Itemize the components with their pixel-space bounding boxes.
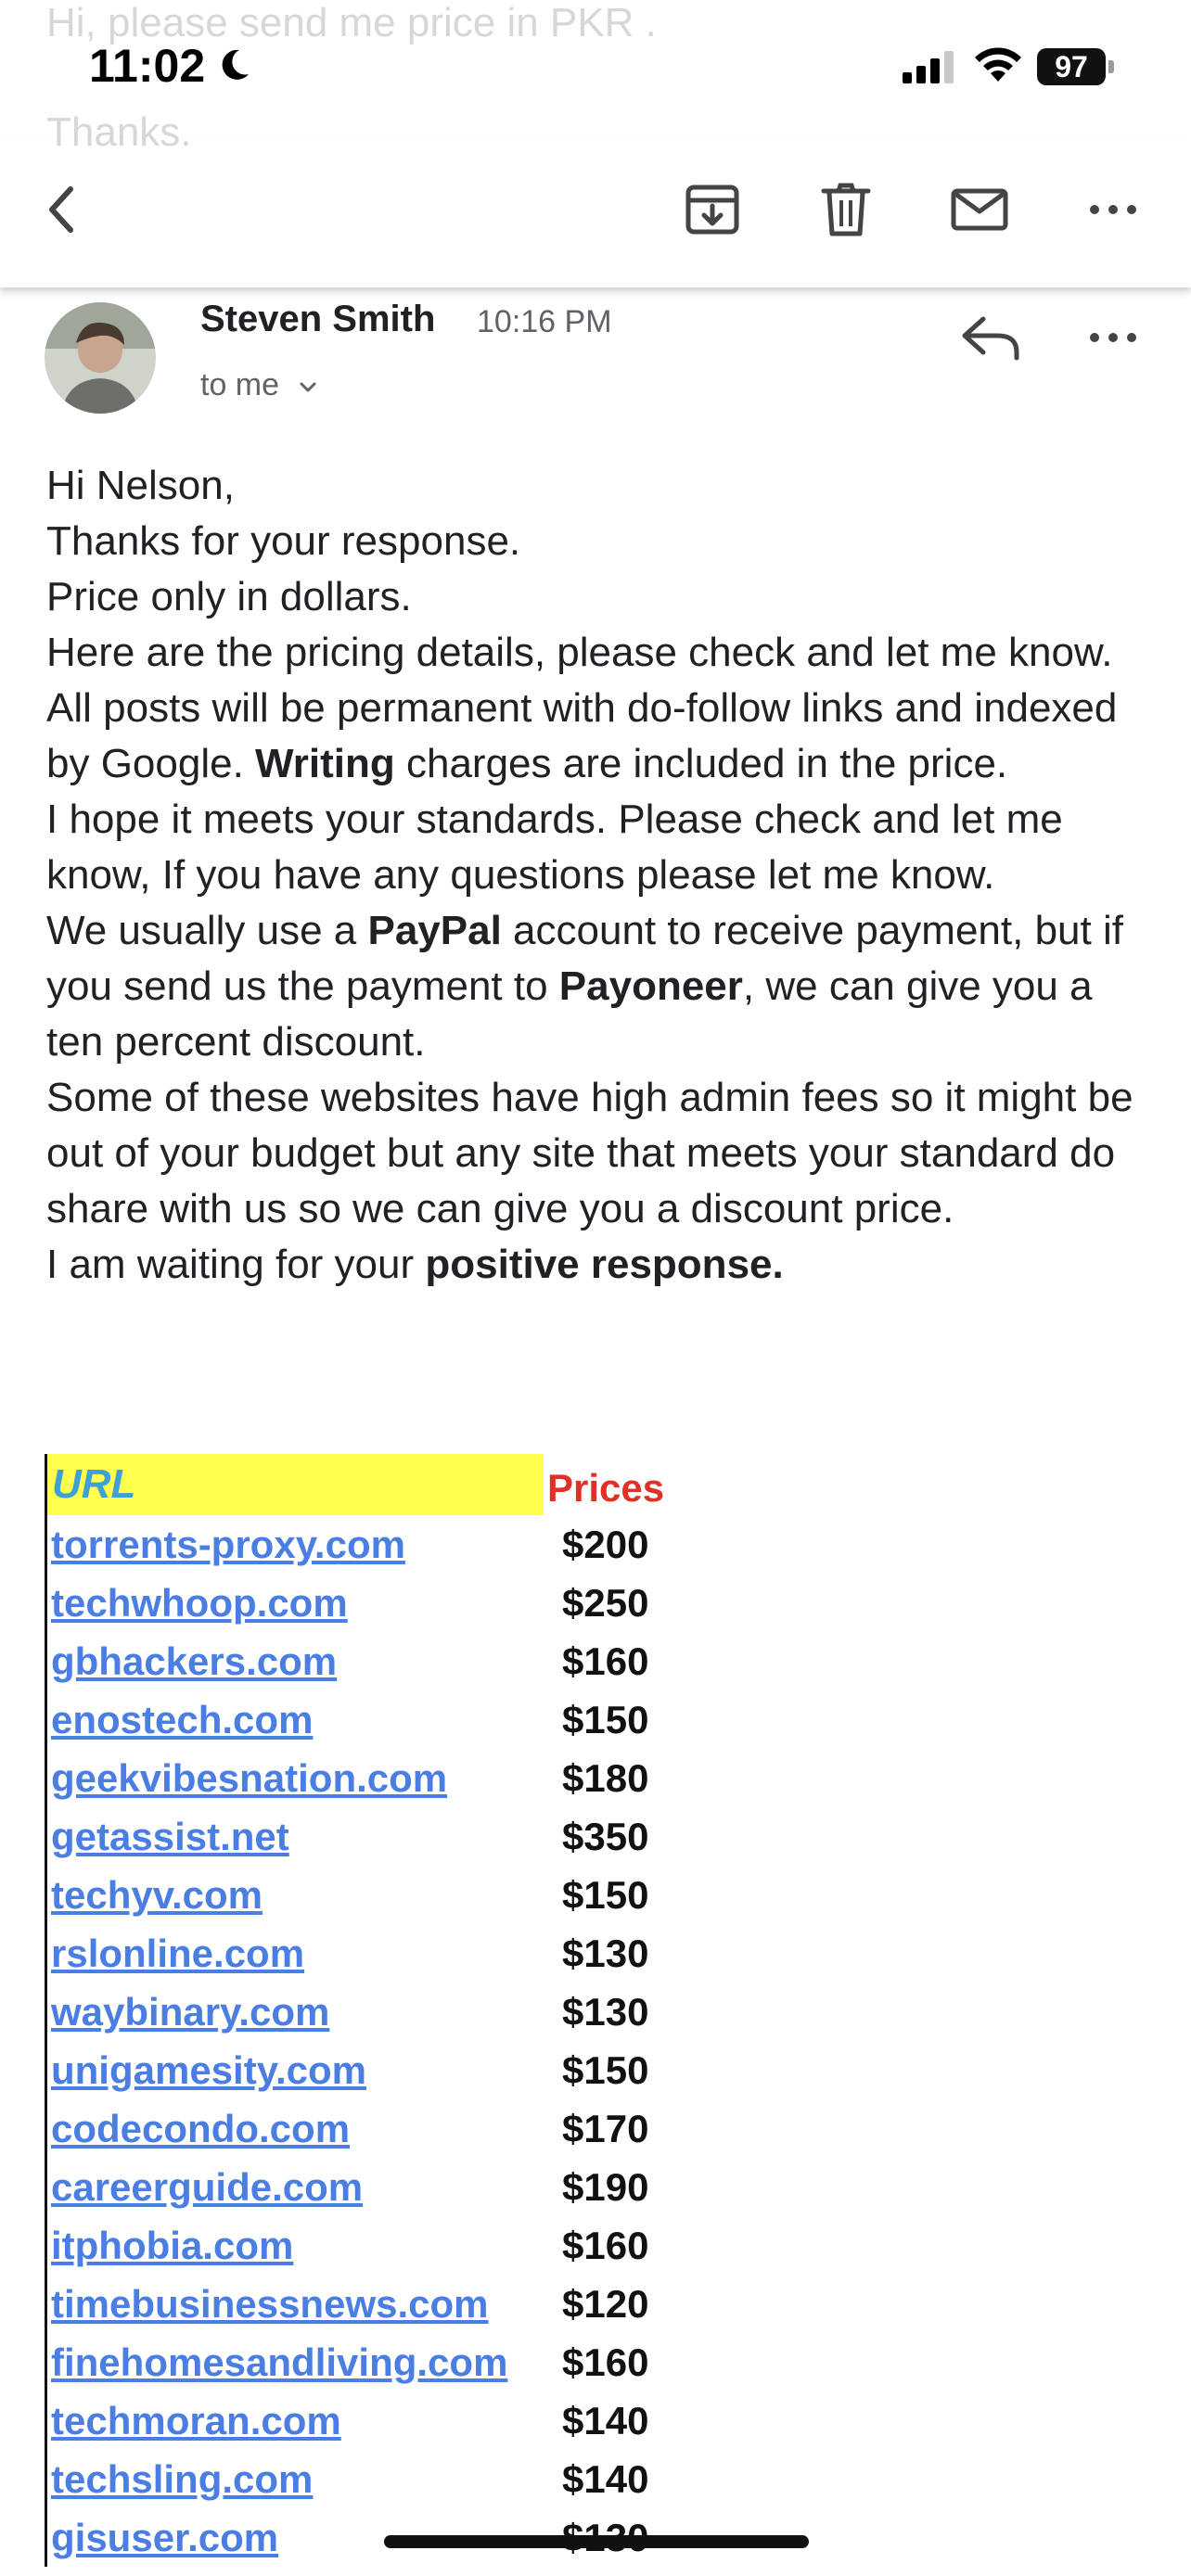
site-link[interactable]: codecondo.com (51, 2099, 350, 2158)
site-link[interactable]: gbhackers.com (51, 1632, 337, 1690)
chevron-down-icon (300, 382, 315, 392)
body-line: Hi Nelson, (46, 463, 235, 508)
body-paragraph: I hope it meets your standards. Please c… (46, 797, 1063, 898)
site-price: $150 (562, 2048, 649, 2092)
price-table: URL Prices torrents-proxy.com $200 techwho… (45, 1454, 734, 2567)
body-paragraph: Some of these websites have high admin f… (46, 1075, 1133, 1231)
battery-level: 97 (1037, 48, 1106, 85)
table-row: enostech.com $150 (47, 1690, 734, 1749)
site-price: $170 (562, 2107, 649, 2150)
site-link[interactable]: rslonline.com (51, 1924, 304, 1983)
site-link[interactable]: gisuser.com (51, 2508, 278, 2567)
moon-icon (222, 49, 249, 80)
table-row: itphobia.com $160 (47, 2216, 734, 2275)
wifi-icon (975, 47, 1021, 82)
table-row: techmoran.com $140 (47, 2391, 734, 2450)
table-row: geekvibesnation.com $180 (47, 1749, 734, 1807)
site-link[interactable]: unigamesity.com (51, 2041, 366, 2099)
recipient-label: to me (200, 367, 280, 402)
site-price: $160 (562, 1639, 649, 1683)
site-link[interactable]: torrents-proxy.com (51, 1515, 405, 1574)
table-row: rslonline.com $130 (47, 1924, 734, 1983)
site-link[interactable]: careerguide.com (51, 2158, 363, 2216)
more-horizontal-icon[interactable] (1080, 176, 1146, 243)
site-link[interactable]: waybinary.com (51, 1983, 329, 2041)
table-body: torrents-proxy.com $200 techwhoop.com $250 g… (47, 1515, 734, 2567)
table-row: finehomesandliving.com $160 (47, 2333, 734, 2391)
table-header: URL Prices (47, 1454, 734, 1515)
site-link[interactable]: getassist.net (51, 1807, 289, 1866)
site-price: $120 (562, 2282, 649, 2326)
avatar-image (45, 302, 156, 414)
recipient-toggle[interactable]: to me (200, 367, 318, 403)
site-price: $200 (562, 1523, 649, 1566)
site-link[interactable]: itphobia.com (51, 2216, 293, 2275)
table-row: gbhackers.com $160 (47, 1632, 734, 1690)
body-line: Thanks for your response. (46, 518, 521, 564)
home-indicator[interactable] (384, 2535, 809, 2548)
column-header-url: URL (47, 1454, 544, 1515)
table-row: careerguide.com $190 (47, 2158, 734, 2216)
site-price: $190 (562, 2165, 649, 2209)
site-link[interactable]: geekvibesnation.com (51, 1749, 447, 1807)
trash-icon[interactable] (813, 176, 879, 243)
site-price: $140 (562, 2457, 649, 2501)
table-row: codecondo.com $170 (47, 2099, 734, 2158)
site-link[interactable]: timebusinessnews.com (51, 2275, 489, 2333)
status-time: 11:02 (89, 40, 206, 92)
table-row: timebusinessnews.com $120 (47, 2275, 734, 2333)
site-link[interactable]: finehomesandliving.com (51, 2333, 507, 2391)
message-body: Hi Nelson, Thanks for your response. Pri… (46, 458, 1159, 1293)
battery-indicator: 97 (1037, 48, 1117, 85)
site-price: $160 (562, 2340, 649, 2384)
site-price: $250 (562, 1581, 649, 1625)
chevron-left-icon[interactable] (30, 176, 96, 243)
table-row: unigamesity.com $150 (47, 2041, 734, 2099)
site-link[interactable]: techmoran.com (51, 2391, 341, 2450)
site-link[interactable]: techwhoop.com (51, 1574, 348, 1632)
site-price: $140 (562, 2399, 649, 2442)
avatar[interactable] (45, 302, 156, 414)
status-bar: 11:02 97 (0, 0, 1191, 139)
site-link[interactable]: techyv.com (51, 1866, 263, 1924)
body-paragraph: I am waiting for your positive response. (46, 1242, 784, 1287)
table-row: getassist.net $350 (47, 1807, 734, 1866)
body-paragraph: We usually use a PayPal account to recei… (46, 908, 1123, 1065)
sent-time: 10:16 PM (477, 304, 612, 339)
site-price: $130 (562, 1990, 649, 2034)
email-toolbar (0, 139, 1191, 287)
table-row: techyv.com $150 (47, 1866, 734, 1924)
site-price: $130 (562, 1932, 649, 1975)
body-paragraph: Here are the pricing details, please che… (46, 630, 1118, 786)
table-row: waybinary.com $130 (47, 1983, 734, 2041)
mail-icon[interactable] (946, 176, 1013, 243)
table-row: torrents-proxy.com $200 (47, 1515, 734, 1574)
archive-icon[interactable] (679, 176, 746, 243)
table-row: techwhoop.com $250 (47, 1574, 734, 1632)
site-price: $350 (562, 1815, 649, 1858)
site-price: $150 (562, 1873, 649, 1917)
cellular-signal-icon (903, 51, 954, 83)
table-row: techsling.com $140 (47, 2450, 734, 2508)
site-price: $180 (562, 1756, 649, 1800)
sender-name[interactable]: Steven Smith (200, 299, 435, 340)
body-line: Price only in dollars. (46, 574, 412, 619)
message-more-icon[interactable] (1080, 304, 1146, 371)
reply-icon[interactable] (955, 310, 1026, 365)
site-price: $160 (562, 2224, 649, 2267)
column-header-prices: Prices (547, 1466, 665, 1510)
site-link[interactable]: techsling.com (51, 2450, 313, 2508)
site-link[interactable]: enostech.com (51, 1690, 313, 1749)
site-price: $150 (562, 1698, 649, 1741)
